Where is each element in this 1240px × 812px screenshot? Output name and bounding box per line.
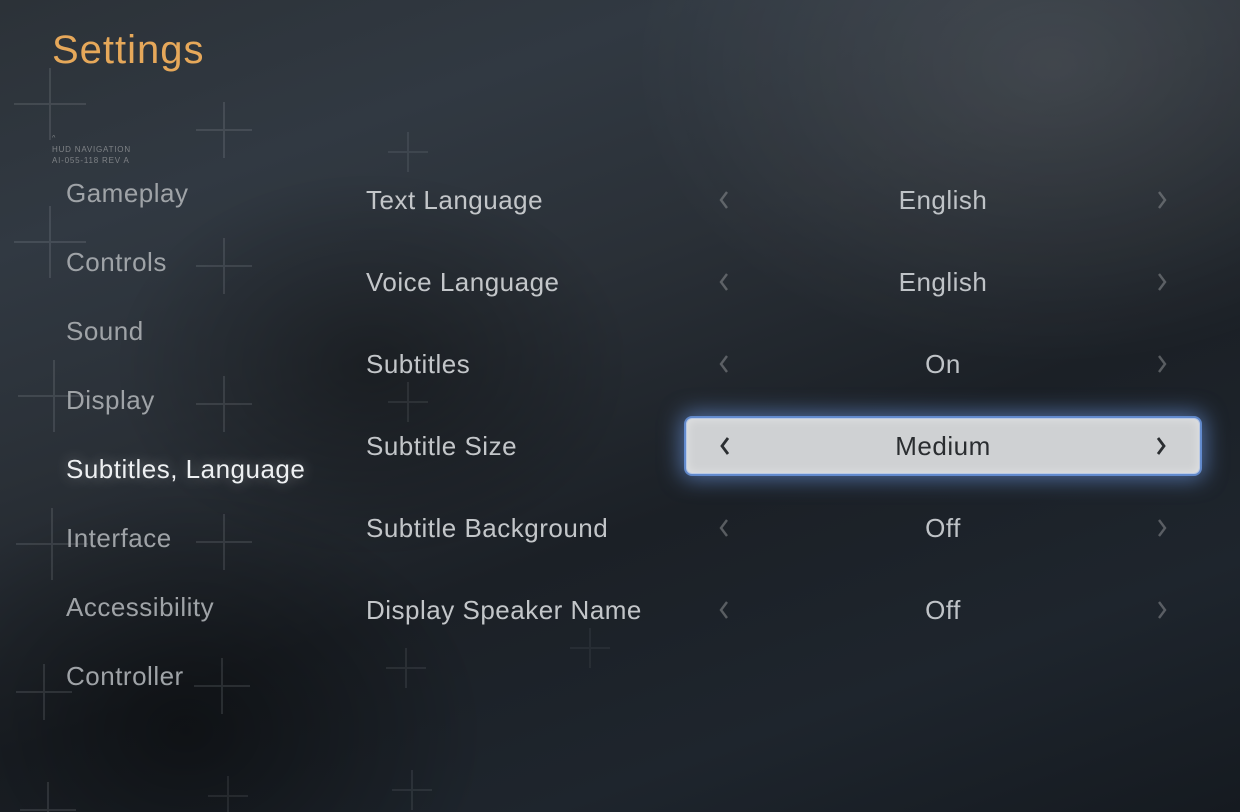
chevron-left-icon[interactable]	[714, 600, 734, 620]
option-label: Subtitle Size	[366, 431, 686, 462]
option-row-subtitles[interactable]: Subtitles On	[366, 342, 1200, 386]
chevron-left-icon[interactable]	[714, 354, 734, 374]
option-row-subtitle-background[interactable]: Subtitle Background Off	[366, 506, 1200, 550]
sidebar-item-controls[interactable]: Controls	[66, 247, 305, 278]
chevron-right-icon[interactable]	[1151, 436, 1171, 456]
option-value: Medium	[735, 431, 1151, 462]
sidebar-item-display[interactable]: Display	[66, 385, 305, 416]
option-row-display-speaker-name[interactable]: Display Speaker Name Off	[366, 588, 1200, 632]
option-selector[interactable]: English	[686, 254, 1200, 310]
option-value: On	[734, 349, 1152, 380]
option-row-voice-language[interactable]: Voice Language English	[366, 260, 1200, 304]
chevron-right-icon[interactable]	[1152, 190, 1172, 210]
chevron-left-icon[interactable]	[714, 518, 734, 538]
option-selector[interactable]: English	[686, 172, 1200, 228]
page-title: Settings	[52, 28, 205, 73]
option-label: Subtitle Background	[366, 513, 686, 544]
option-label: Voice Language	[366, 267, 686, 298]
option-selector[interactable]: On	[686, 336, 1200, 392]
chevron-left-icon[interactable]	[714, 190, 734, 210]
option-value: English	[734, 267, 1152, 298]
chevron-right-icon[interactable]	[1152, 600, 1172, 620]
option-selector[interactable]: Off	[686, 500, 1200, 556]
option-selector[interactable]: Medium	[686, 418, 1200, 474]
chevron-right-icon[interactable]	[1152, 518, 1172, 538]
option-value: Off	[734, 595, 1152, 626]
sidebar-item-sound[interactable]: Sound	[66, 316, 305, 347]
option-label: Subtitles	[366, 349, 686, 380]
option-selector[interactable]: Off	[686, 582, 1200, 638]
settings-category-sidebar: Gameplay Controls Sound Display Subtitle…	[66, 178, 305, 692]
option-row-subtitle-size[interactable]: Subtitle Size Medium	[366, 424, 1200, 468]
chevron-left-icon[interactable]	[715, 436, 735, 456]
option-value: Off	[734, 513, 1152, 544]
chevron-right-icon[interactable]	[1152, 272, 1172, 292]
settings-options-panel: Text Language English Voice Language Eng…	[366, 178, 1200, 632]
sidebar-item-gameplay[interactable]: Gameplay	[66, 178, 305, 209]
sidebar-item-subtitles-language[interactable]: Subtitles, Language	[66, 454, 305, 485]
option-label: Text Language	[366, 185, 686, 216]
option-row-text-language[interactable]: Text Language English	[366, 178, 1200, 222]
hud-navigation-tag: ^ HUD NAVIGATION AI-055-118 REV A	[52, 134, 131, 167]
chevron-right-icon[interactable]	[1152, 354, 1172, 374]
sidebar-item-interface[interactable]: Interface	[66, 523, 305, 554]
option-label: Display Speaker Name	[366, 595, 686, 626]
sidebar-item-controller[interactable]: Controller	[66, 661, 305, 692]
chevron-left-icon[interactable]	[714, 272, 734, 292]
option-value: English	[734, 185, 1152, 216]
sidebar-item-accessibility[interactable]: Accessibility	[66, 592, 305, 623]
